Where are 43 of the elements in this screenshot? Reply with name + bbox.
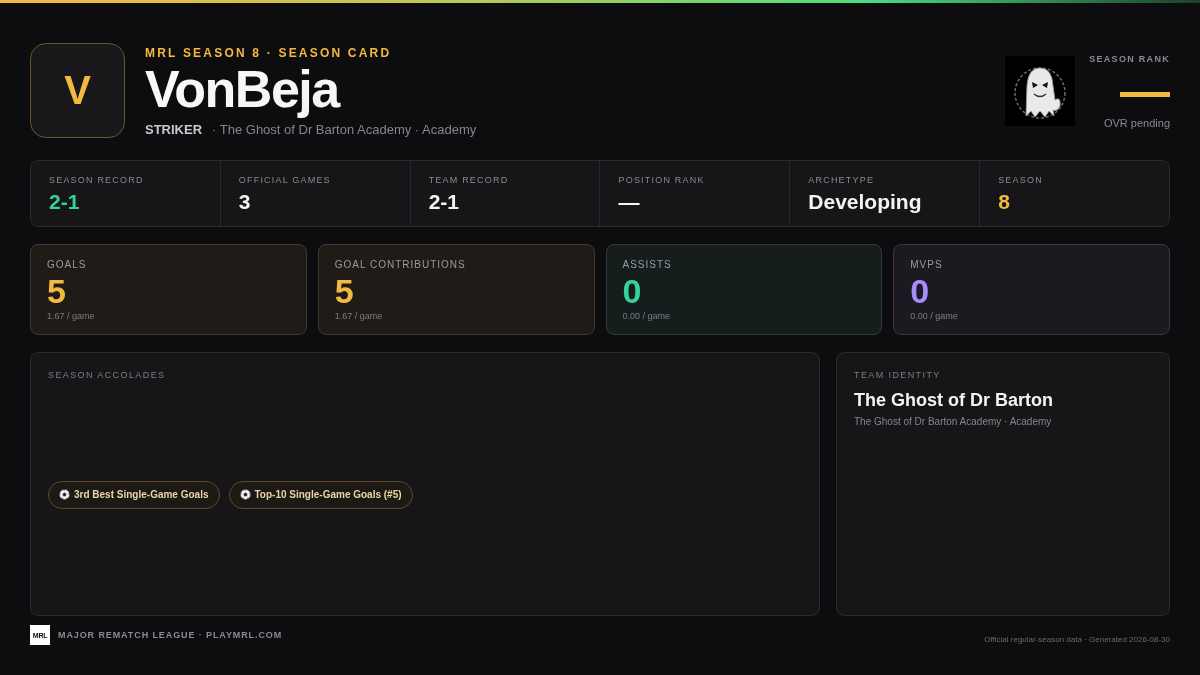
summary-value: 8 — [998, 190, 1011, 214]
per-game-text: 1.67 / game — [334, 310, 384, 322]
per-game-text: 1.67 / game — [47, 310, 96, 322]
league-brand-text: MAJOR REMATCH LEAGUE · PLAYMRL.COM — [58, 630, 283, 640]
stat-label: GOALS — [47, 259, 88, 271]
stat-value: 0 — [910, 273, 931, 309]
summary-value: 2-1 — [428, 190, 460, 214]
stat-value: 5 — [334, 273, 355, 309]
soccer-ball-icon — [239, 489, 251, 500]
per-game-text: 0.00 / game — [622, 310, 672, 322]
player-name: VonBeja — [145, 62, 341, 116]
stat-label: GOAL CONTRIBUTIONS — [334, 259, 467, 271]
summary-label: SEASON — [998, 174, 1044, 186]
season-card-eyebrow: MRL SEASON 8 · SEASON CARD — [145, 46, 393, 60]
avatar-letter-tile: V — [30, 43, 125, 138]
ghost-icon — [1005, 56, 1075, 126]
data-source-note: Official regular-season data · Generated 2026-08-30 — [984, 635, 1170, 645]
per-game-text: 0.00 / game — [910, 310, 959, 322]
summary-label: SEASON RECORD — [49, 174, 145, 186]
summary-label: TEAM RECORD — [428, 174, 510, 186]
stat-label: ASSISTS — [622, 259, 673, 271]
accolade-badge: 3rd Best Single-Game Goals — [48, 480, 220, 509]
panel-title: TEAM IDENTITY — [854, 369, 942, 381]
team-name: The Ghost of Dr Barton — [854, 389, 1054, 411]
summary-value: — — [618, 190, 641, 214]
accolade-badge: Top-10 Single-Game Goals (#5) — [228, 480, 413, 509]
season-rank-value: — — [1120, 71, 1170, 111]
summary-label: OFFICIAL GAMES — [238, 174, 332, 186]
panel-title: SEASON ACCOLADES — [48, 369, 167, 381]
player-team: · The Ghost of Dr Barton Academy · Academy — [212, 122, 477, 137]
summary-label: POSITION RANK — [618, 174, 706, 186]
player-position: STRIKER — [145, 122, 203, 137]
stat-value: 5 — [47, 273, 67, 309]
season-rank-label: SEASON RANK — [1089, 53, 1170, 65]
team-detail: The Ghost of Dr Barton Academy · Academy — [854, 416, 1053, 428]
stat-value: 0 — [622, 273, 643, 309]
ovr-status-text: OVR pending — [1103, 116, 1170, 130]
summary-value: 3 — [238, 190, 252, 214]
summary-value: Developing — [808, 190, 923, 214]
stat-label: MVPS — [910, 259, 944, 271]
soccer-ball-icon — [59, 489, 70, 500]
summary-label: ARCHETYPE — [808, 174, 876, 186]
summary-value: 2-1 — [49, 190, 81, 214]
